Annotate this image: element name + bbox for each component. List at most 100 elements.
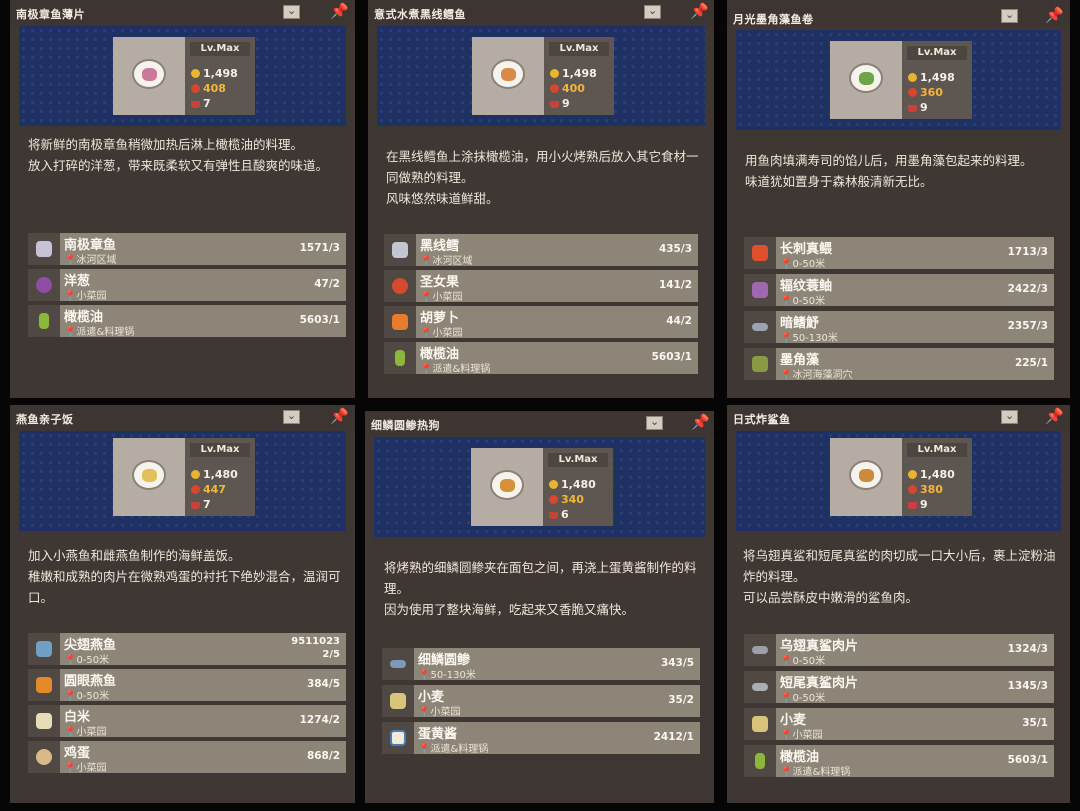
onion-icon (28, 269, 60, 301)
chevron-down-icon: ⌄ (1005, 8, 1015, 21)
ingredient-count: 44/2 (666, 315, 692, 327)
coin-icon (550, 69, 559, 78)
plate-icon (490, 470, 524, 500)
ingredient-row[interactable]: 橄榄油 📍派遣&料理锅 5603/1 (384, 342, 698, 375)
recipe-card-3: 月光墨角藻鱼卷 ⌄ 📌 Lv.Max 1,498 360 9 用鱼肉填满寿司的馅… (727, 0, 1070, 398)
ingredient-location: 📍0-50米 (780, 693, 826, 704)
ingredient-count: 47/2 (314, 278, 340, 290)
ingredient-row[interactable]: 小麦 📍小菜园 35/1 (744, 708, 1054, 741)
plate-icon (132, 59, 166, 89)
pot-icon (908, 502, 917, 509)
collapse-dropdown-button[interactable]: ⌄ (1001, 409, 1018, 424)
collapse-dropdown-button[interactable]: ⌄ (1001, 8, 1018, 23)
ingredient-row[interactable]: 辐纹蓑鲉 📍0-50米 2422/3 (744, 274, 1054, 307)
collapse-dropdown-button[interactable]: ⌄ (283, 409, 300, 424)
ingredient-count: 1713/3 (1007, 246, 1048, 258)
time-row: 9 (908, 101, 928, 114)
chevron-down-icon: ⌄ (287, 4, 297, 17)
ingredient-row[interactable]: 细鳞圆鲹 📍50-130米 343/5 (382, 648, 700, 681)
ingredient-row[interactable]: 南极章鱼 📍冰河区域 1571/3 (28, 233, 346, 266)
time-value: 6 (561, 508, 569, 521)
ingredient-location: 📍冰河海藻洞穴 (780, 370, 853, 381)
card-header: 南极章鱼薄片 ⌄ 📌 (10, 0, 355, 26)
price-row: 1,480 (908, 468, 955, 481)
star-icon (549, 495, 558, 504)
plate-icon (132, 460, 166, 490)
collapse-dropdown-button[interactable]: ⌄ (646, 415, 663, 430)
recipe-card-4: 燕鱼亲子饭 ⌄ 📌 Lv.Max 1,480 447 7 加入小燕鱼和雌燕鱼制作… (10, 405, 355, 803)
pin-icon[interactable]: 📌 (330, 407, 349, 425)
ingredient-location: 📍50-130米 (418, 670, 476, 681)
dish-stats: Lv.Max 1,480 447 7 (185, 438, 255, 516)
dish-image (471, 448, 543, 526)
ingredient-location: 📍0-50米 (64, 691, 110, 702)
score-row: 408 (191, 82, 226, 95)
ingredient-location: 📍50-130米 (780, 333, 838, 344)
ingredient-row[interactable]: 圆眼燕鱼 📍0-50米 384/5 (28, 669, 346, 702)
ingredient-location: 📍小菜园 (418, 707, 461, 718)
time-row: 7 (191, 498, 211, 511)
level-badge: Lv.Max (907, 443, 967, 457)
ingredient-count: 35/1 (1022, 717, 1048, 729)
time-value: 7 (203, 97, 211, 110)
ingredient-row[interactable]: 黑线鳕 📍冰河区域 435/3 (384, 234, 698, 267)
ingredient-location: 📍冰河区域 (420, 256, 473, 267)
ingredient-row[interactable]: 橄榄油 📍派遣&料理锅 5603/1 (28, 305, 346, 338)
pin-icon[interactable]: 📌 (1045, 407, 1064, 425)
score-row: 447 (191, 483, 226, 496)
score-value: 340 (561, 493, 584, 506)
pin-icon[interactable]: 📌 (330, 2, 349, 20)
ingredient-row[interactable]: 尖翅燕鱼 📍0-50米 95110232/5 (28, 633, 346, 666)
coin-icon (191, 470, 200, 479)
ingredient-row[interactable]: 小麦 📍小菜园 35/2 (382, 685, 700, 718)
score-row: 360 (908, 86, 943, 99)
recipe-description: 将烤熟的细鳞圆鲹夹在面包之间，再浇上蛋黄酱制作的料理。 因为使用了整块海鲜，吃起… (384, 560, 697, 617)
price-row: 1,498 (550, 67, 597, 80)
level-badge: Lv.Max (190, 443, 250, 457)
pin-icon[interactable]: 📌 (1045, 6, 1064, 24)
score-row: 400 (550, 82, 585, 95)
price-value: 1,480 (561, 478, 596, 491)
price-row: 1,480 (191, 468, 238, 481)
ingredient-row[interactable]: 墨角藻 📍冰河海藻洞穴 225/1 (744, 348, 1054, 381)
dish-stats: Lv.Max 1,480 380 9 (902, 438, 972, 516)
recipe-card-2: 意式水煮黑线鳕鱼 ⌄ 📌 Lv.Max 1,498 400 9 在黑线鳕鱼上涂抹… (368, 0, 714, 398)
ingredient-row[interactable]: 洋葱 📍小菜园 47/2 (28, 269, 346, 302)
time-value: 7 (203, 498, 211, 511)
time-row: 7 (191, 97, 211, 110)
price-row: 1,480 (549, 478, 596, 491)
dish-stats: Lv.Max 1,498 408 7 (185, 37, 255, 115)
pot-icon (549, 512, 558, 519)
plate-icon (849, 63, 883, 93)
ingredient-count: 1345/3 (1007, 680, 1048, 692)
rice-icon (28, 705, 60, 737)
ingredient-row[interactable]: 长刺真鳂 📍0-50米 1713/3 (744, 237, 1054, 270)
star-icon (550, 84, 559, 93)
level-badge: Lv.Max (190, 42, 250, 56)
ingredient-row[interactable]: 乌翅真鲨肉片 📍0-50米 1324/3 (744, 634, 1054, 667)
ingredient-row[interactable]: 暗鳍魣 📍50-130米 2357/3 (744, 311, 1054, 344)
dish-panel: Lv.Max 1,498 408 7 (113, 37, 255, 115)
ingredient-row[interactable]: 胡萝卜 📍小菜园 44/2 (384, 306, 698, 339)
pin-icon[interactable]: 📌 (690, 2, 709, 20)
price-value: 1,480 (203, 468, 238, 481)
ingredient-count: 343/5 (660, 657, 694, 669)
ingredient-row[interactable]: 蛋黄酱 📍派遣&料理锅 2412/1 (382, 722, 700, 755)
ingredient-row[interactable]: 橄榄油 📍派遣&料理锅 5603/1 (744, 745, 1054, 778)
recipe-description: 在黑线鳕鱼上涂抹橄榄油，用小火烤熟后放入其它食材一同做熟的料理。 风味悠然味道鲜… (386, 149, 699, 206)
mayonnaise-icon (382, 722, 414, 754)
dish-image (830, 41, 902, 119)
score-value: 360 (920, 86, 943, 99)
ingredient-location: 📍小菜园 (420, 328, 463, 339)
collapse-dropdown-button[interactable]: ⌄ (283, 4, 300, 19)
pin-icon[interactable]: 📌 (691, 413, 710, 431)
ingredient-row[interactable]: 短尾真鲨肉片 📍0-50米 1345/3 (744, 671, 1054, 704)
ingredient-row[interactable]: 鸡蛋 📍小菜园 868/2 (28, 741, 346, 774)
ingredient-row[interactable]: 圣女果 📍小菜园 141/2 (384, 270, 698, 303)
dish-image (472, 37, 544, 115)
ingredient-row[interactable]: 白米 📍小菜园 1274/2 (28, 705, 346, 738)
recipe-title: 月光墨角藻鱼卷 (733, 13, 814, 26)
haddock-icon (384, 234, 416, 266)
collapse-dropdown-button[interactable]: ⌄ (644, 4, 661, 19)
score-value: 380 (920, 483, 943, 496)
